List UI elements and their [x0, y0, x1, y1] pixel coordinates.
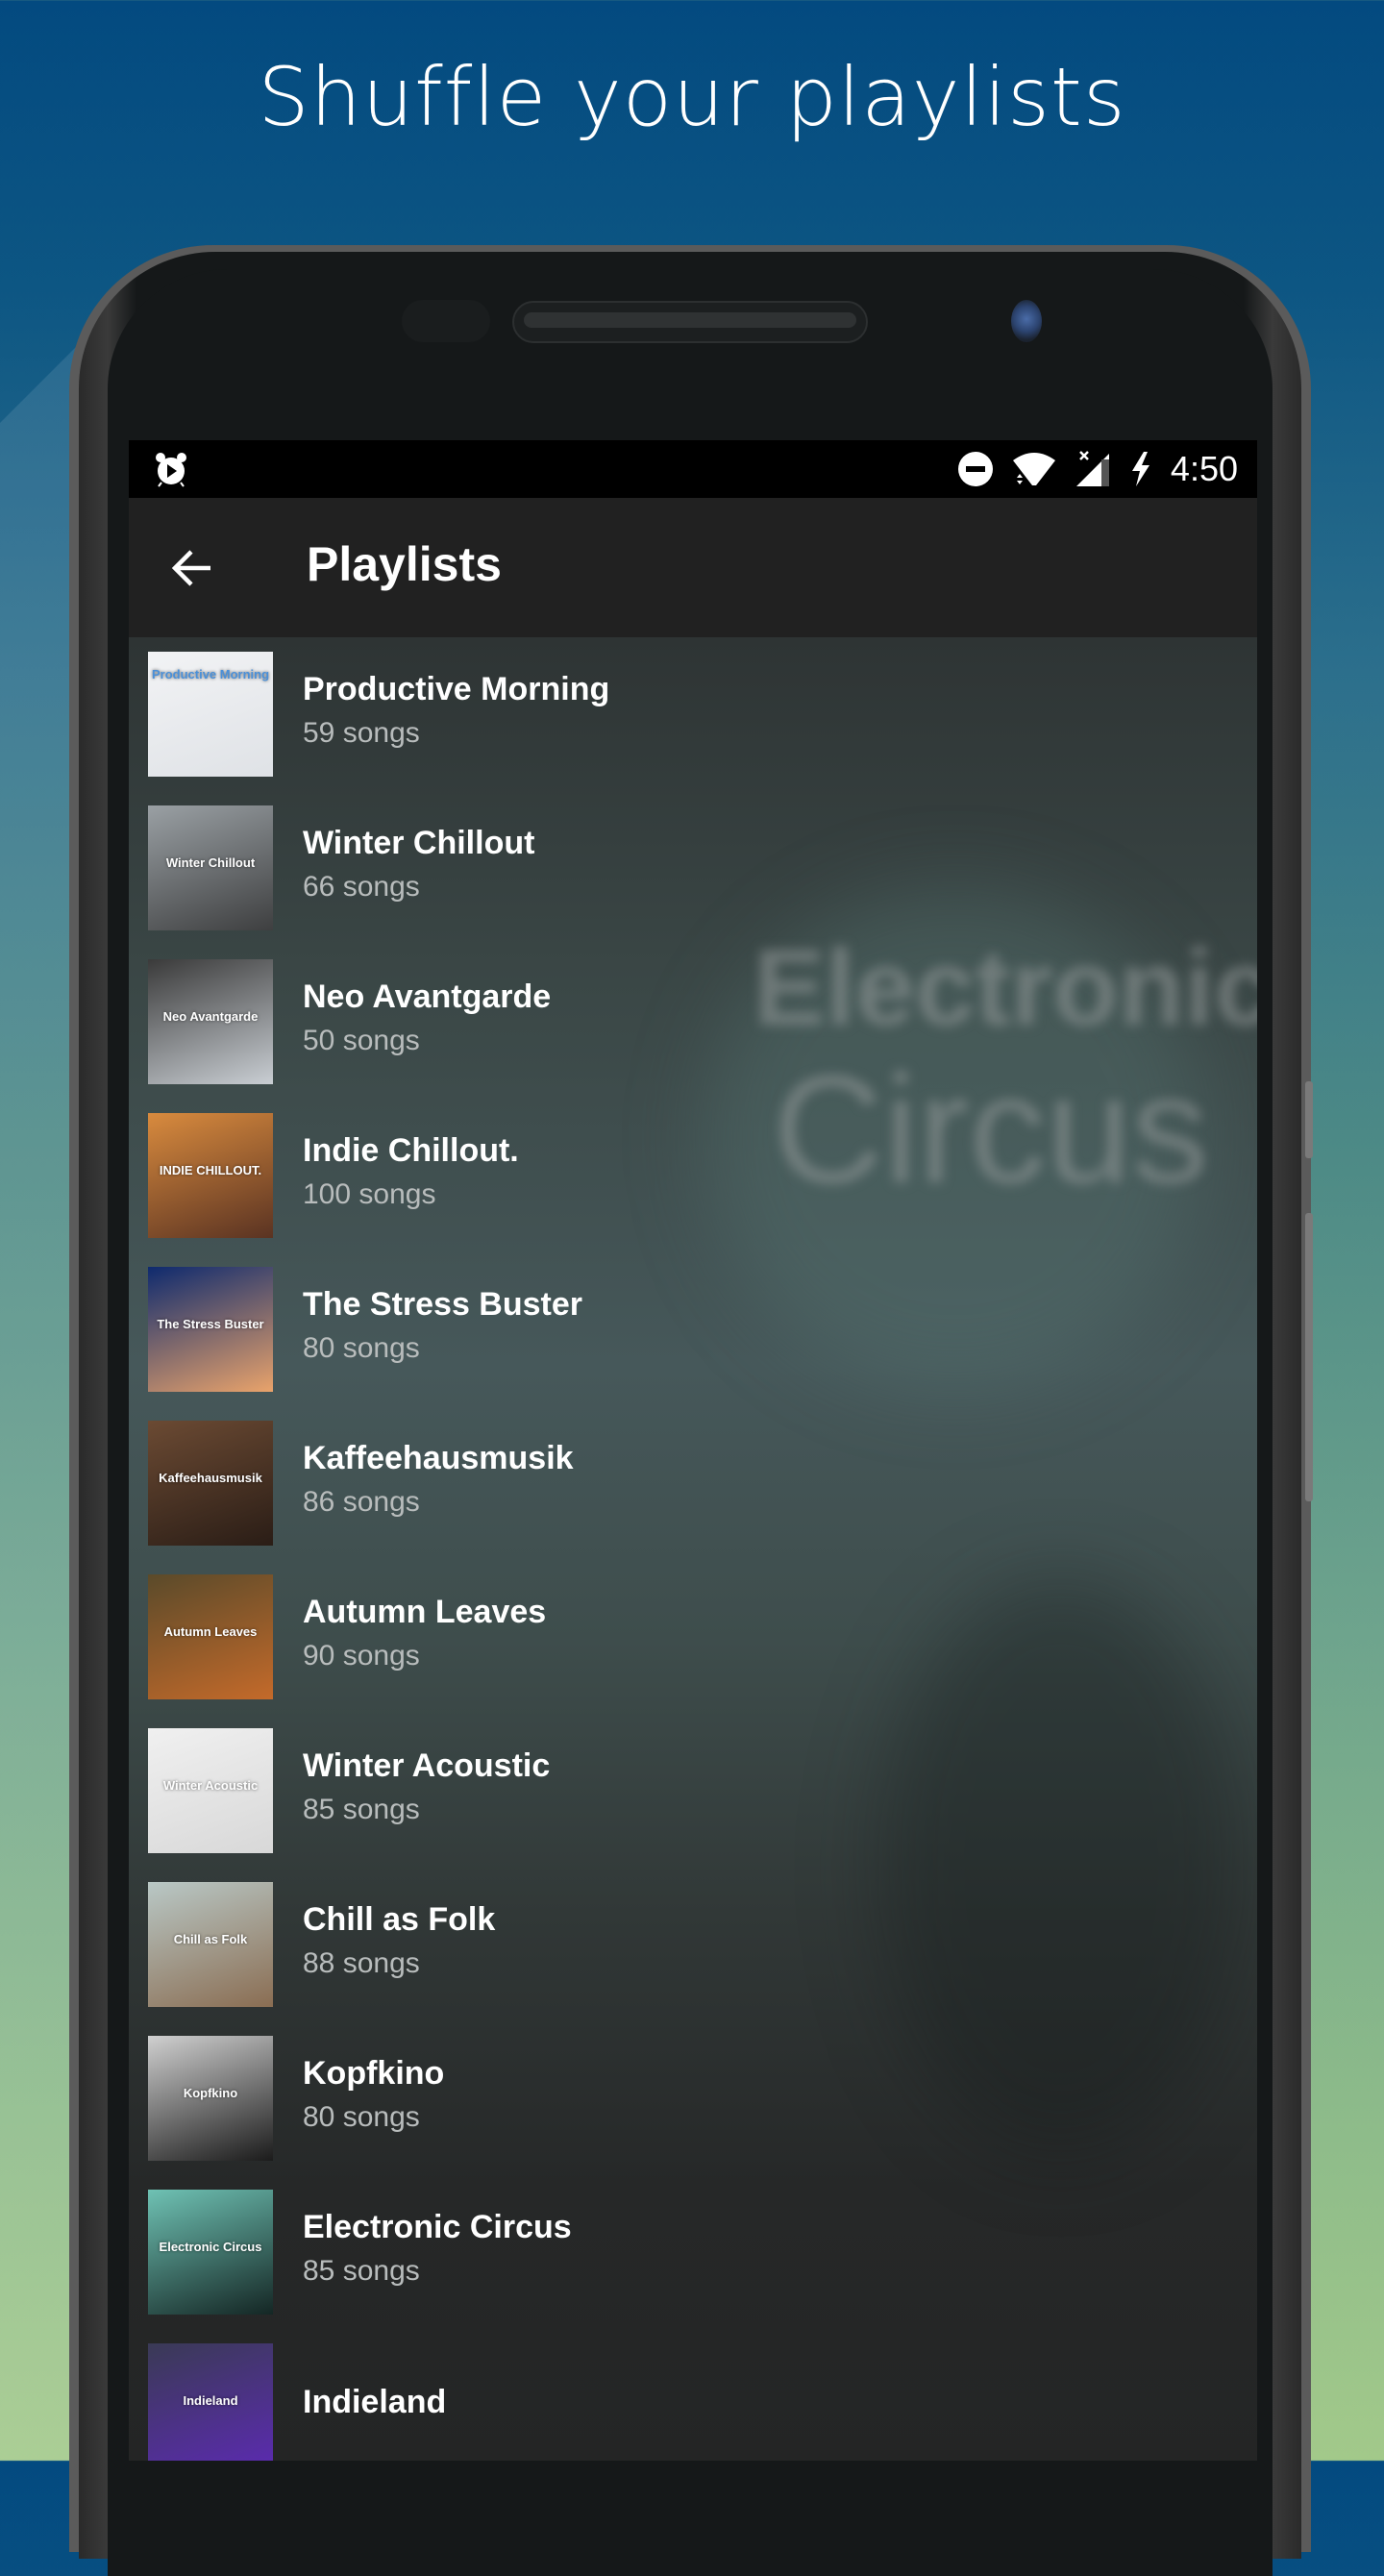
arrow-left-icon	[171, 550, 210, 586]
playlist-item[interactable]: Productive Morning Productive Morning 59 s…	[129, 637, 1257, 786]
playlist-cover: Kaffeehausmusik	[148, 1421, 273, 1546]
playlist-title: The Stress Buster	[303, 1286, 582, 1323]
phone-power-button	[1305, 1213, 1313, 1501]
playlist-cover: Indieland	[148, 2343, 273, 2461]
playlist-song-count: 80 songs	[303, 1332, 420, 1364]
playlist-song-count: 59 songs	[303, 717, 420, 749]
phone-volume-button	[1305, 1081, 1313, 1158]
playlist-cover-text: Indieland	[183, 2393, 238, 2408]
playlist-item[interactable]: Electronic Circus Electronic Circus 85 son…	[129, 2170, 1257, 2324]
status-bar: 4:50	[129, 440, 1257, 498]
playlist-song-count: 80 songs	[303, 2101, 420, 2133]
back-button[interactable]	[165, 542, 217, 594]
playlist-title: Neo Avantgarde	[303, 978, 552, 1015]
playlist-item[interactable]: Autumn Leaves Autumn Leaves 90 songs	[129, 1555, 1257, 1709]
playlist-title: Autumn Leaves	[303, 1594, 547, 1630]
battery-charging-icon	[1131, 452, 1149, 486]
playlist-song-count: 66 songs	[303, 871, 420, 903]
playlist-song-count: 88 songs	[303, 1947, 420, 1979]
playlist-title: Indieland	[303, 2384, 447, 2420]
playlist-item[interactable]: Kopfkino Kopfkino 80 songs	[129, 2017, 1257, 2170]
playlist-item[interactable]: Chill as Folk Chill as Folk 88 songs	[129, 1863, 1257, 2017]
playlist-item[interactable]: Kaffeehausmusik Kaffeehausmusik 86 songs	[129, 1401, 1257, 1555]
playlist-cover: Electronic Circus	[148, 2190, 273, 2315]
playlist-song-count: 85 songs	[303, 1794, 420, 1825]
playlist-cover: Neo Avantgarde	[148, 959, 273, 1084]
playlist-item[interactable]: The Stress Buster The Stress Buster 80 son…	[129, 1248, 1257, 1401]
playlist-list[interactable]: Electronic Circus Productive Morning Prod…	[129, 637, 1257, 2461]
playlist-cover-text: Winter Chillout	[165, 855, 256, 870]
playlist-cover-text: Electronic Circus	[159, 2240, 262, 2254]
playlist-cover-text: The Stress Buster	[157, 1317, 264, 1331]
playlist-cover-text: Autumn Leaves	[163, 1624, 258, 1639]
playlist-cover: Winter Acoustic	[148, 1728, 273, 1853]
playlist-title: Winter Chillout	[303, 825, 535, 861]
playlist-item[interactable]: INDIE CHILLOUT. Indie Chillout. 100 songs	[129, 1094, 1257, 1248]
playlist-title: Winter Acoustic	[303, 1747, 551, 1784]
playlist-title: Electronic Circus	[303, 2209, 572, 2245]
playlist-item[interactable]: Winter Acoustic Winter Acoustic 85 songs	[129, 1709, 1257, 1863]
playlist-song-count: 90 songs	[303, 1640, 420, 1672]
status-time: 4:50	[1170, 449, 1238, 488]
playlist-song-count: 100 songs	[303, 1178, 436, 1210]
status-icons: 4:50	[957, 440, 1238, 498]
playlist-item[interactable]: Neo Avantgarde Neo Avantgarde 50 songs	[129, 940, 1257, 1094]
promo-headline: Shuffle your playlists	[258, 50, 1126, 144]
playlist-cover-text: Productive Morning	[151, 667, 270, 681]
phone-screen: 4:50 Playlists Electronic Circus Product…	[129, 440, 1257, 2461]
do-not-disturb-icon	[957, 452, 993, 486]
alarm-play-icon	[156, 453, 186, 487]
playlist-cover: Winter Chillout	[148, 805, 273, 930]
playlist-cover: The Stress Buster	[148, 1267, 273, 1392]
playlist-title: Productive Morning	[303, 671, 610, 707]
playlist-cover: Kopfkino	[148, 2036, 273, 2161]
playlist-title: Kaffeehausmusik	[303, 1440, 574, 1476]
playlist-cover: Productive Morning	[148, 652, 273, 777]
wifi-icon	[1012, 453, 1055, 485]
phone-speaker	[512, 301, 868, 343]
phone-sensor	[402, 300, 490, 342]
playlist-title: Indie Chillout.	[303, 1132, 519, 1169]
cell-signal-no-data-icon	[1075, 451, 1109, 486]
page-title: Playlists	[307, 537, 502, 591]
playlist-title: Chill as Folk	[303, 1901, 496, 1938]
playlist-cover-text: Kopfkino	[183, 2086, 238, 2100]
app-bar: Playlists	[129, 498, 1257, 637]
playlist-cover-text: Kaffeehausmusik	[159, 1471, 262, 1485]
playlist-cover-text: Winter Acoustic	[162, 1778, 259, 1793]
playlist-song-count: 85 songs	[303, 2255, 420, 2287]
playlist-item[interactable]: Winter Chillout Winter Chillout 66 songs	[129, 786, 1257, 940]
playlist-song-count: 86 songs	[303, 1486, 420, 1518]
playlist-cover-text: Neo Avantgarde	[162, 1009, 259, 1024]
playlist-cover-text: Chill as Folk	[173, 1932, 248, 1946]
playlist-item[interactable]: Indieland Indieland	[129, 2324, 1257, 2461]
playlist-cover: Chill as Folk	[148, 1882, 273, 2007]
phone-camera	[1011, 300, 1042, 342]
playlist-song-count: 50 songs	[303, 1025, 420, 1056]
playlist-cover: Autumn Leaves	[148, 1574, 273, 1699]
playlist-cover-text: INDIE CHILLOUT.	[159, 1163, 262, 1177]
playlist-cover: INDIE CHILLOUT.	[148, 1113, 273, 1238]
playlist-title: Kopfkino	[303, 2055, 445, 2092]
